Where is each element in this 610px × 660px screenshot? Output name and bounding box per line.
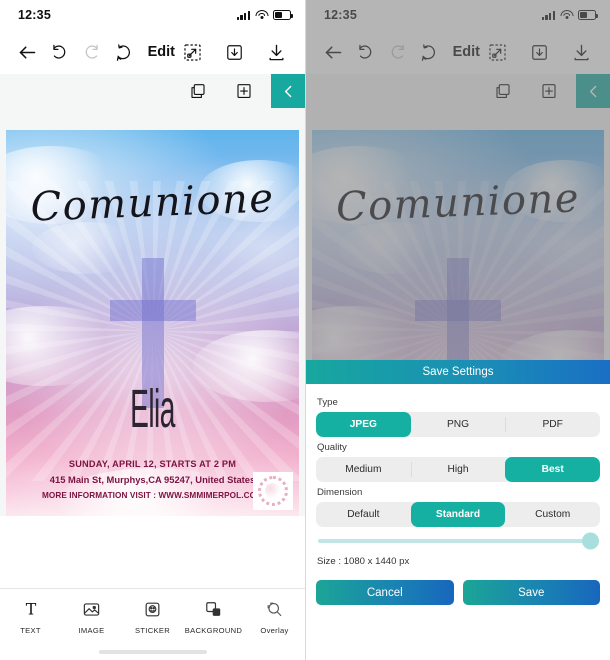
collapse-panel-button[interactable]: [271, 74, 305, 108]
reset-icon[interactable]: [108, 35, 140, 69]
save-to-device-icon[interactable]: [522, 35, 556, 69]
text-icon: T: [22, 598, 40, 620]
tab-label: BACKGROUND: [184, 626, 243, 635]
back-arrow-icon[interactable]: [318, 35, 350, 69]
image-icon: [82, 598, 101, 620]
sticker-icon: [143, 598, 162, 620]
save-to-device-icon[interactable]: [217, 35, 251, 69]
status-icons: [236, 10, 294, 20]
subbar-icons: [486, 74, 566, 108]
dimension-slider[interactable]: [318, 532, 599, 550]
layers-subbar: [0, 74, 305, 108]
battery-icon: [578, 10, 599, 20]
poster-name-text[interactable]: Elia: [76, 378, 228, 440]
tab-label: Overlay: [260, 626, 289, 635]
type-label: Type: [317, 397, 338, 408]
quality-option-high[interactable]: High: [410, 457, 506, 482]
wifi-icon: [255, 10, 268, 20]
status-time: 12:35: [18, 8, 51, 22]
slider-knob[interactable]: [582, 532, 599, 550]
tab-label: TEXT: [20, 626, 41, 635]
layers-icon[interactable]: [486, 74, 520, 108]
toolbar-right-group: [175, 35, 295, 69]
download-icon[interactable]: [564, 35, 598, 69]
type-option-pdf[interactable]: PDF: [505, 412, 600, 437]
sheet-actions: Cancel Save: [316, 580, 600, 605]
dimension-option-default[interactable]: Default: [316, 502, 411, 527]
quality-label: Quality: [317, 442, 347, 453]
canvas-area: Comunione Elia SUNDAY, APRIL 12, STARTS …: [0, 130, 305, 516]
poster-canvas[interactable]: Comunione Elia SUNDAY, APRIL 12, STARTS …: [6, 130, 299, 516]
download-icon[interactable]: [259, 35, 293, 69]
quality-option-best[interactable]: Best: [505, 457, 600, 482]
page-title: Edit: [452, 44, 481, 60]
type-segmented-control: JPEG PNG PDF: [316, 412, 600, 437]
edit-toolbar: Edit: [306, 30, 610, 74]
tab-overlay[interactable]: Overlay: [245, 598, 305, 635]
overlay-icon: [265, 598, 284, 620]
wifi-icon: [560, 10, 573, 20]
crop-expand-icon[interactable]: [175, 35, 209, 69]
dual-screenshot-stage: 12:35 Edit Comunione Elia SUNDAY, APRIL …: [0, 0, 610, 660]
status-icons: [541, 10, 599, 20]
tab-image[interactable]: IMAGE: [62, 598, 122, 635]
layers-icon[interactable]: [181, 74, 215, 108]
tab-label: STICKER: [134, 626, 170, 635]
status-bar: 12:35: [306, 0, 610, 30]
canvas-top-gap: [0, 108, 305, 130]
size-text: Size : 1080 x 1440 px: [317, 556, 410, 567]
quality-segmented-control: Medium High Best: [316, 457, 600, 482]
add-page-icon[interactable]: [532, 74, 566, 108]
crop-expand-icon[interactable]: [480, 35, 514, 69]
signal-icon: [236, 10, 250, 20]
subbar-icons: [181, 74, 261, 108]
edit-toolbar: Edit: [0, 30, 305, 74]
undo-icon[interactable]: [350, 35, 382, 69]
svg-text:T: T: [25, 600, 36, 618]
status-time: 12:35: [324, 8, 357, 22]
reset-icon[interactable]: [413, 35, 445, 69]
signal-icon: [541, 10, 555, 20]
type-option-jpeg[interactable]: JPEG: [316, 412, 411, 437]
page-title: Edit: [147, 44, 176, 60]
dimension-slider-row: [316, 527, 600, 550]
layers-subbar: [306, 74, 610, 108]
type-option-png[interactable]: PNG: [411, 412, 506, 437]
status-bar: 12:35: [0, 0, 305, 30]
poster-date-line[interactable]: SUNDAY, APRIL 12, STARTS AT 2 PM: [6, 459, 299, 469]
save-settings-sheet: Save Settings Type JPEG PNG PDF Quality …: [306, 360, 610, 660]
toolbar-right-group: [480, 35, 600, 69]
back-arrow-icon[interactable]: [12, 35, 44, 69]
dimension-label: Dimension: [317, 487, 363, 498]
tab-background[interactable]: BACKGROUND: [184, 598, 244, 635]
right-screen: 12:35 Edit Comunione Save Settings Type …: [305, 0, 610, 660]
home-indicator: [98, 650, 207, 654]
collapse-panel-button[interactable]: [576, 74, 610, 108]
redo-icon: [381, 35, 413, 69]
sheet-title: Save Settings: [306, 360, 610, 384]
redo-icon: [76, 35, 108, 69]
dimension-segmented-control: Default Standard Custom: [316, 502, 600, 527]
canvas-top-gap: [306, 108, 610, 130]
battery-icon: [273, 10, 294, 20]
add-page-icon[interactable]: [227, 74, 261, 108]
tab-label: IMAGE: [78, 626, 105, 635]
editor-tool-tabs: T TEXT IMAGE STICKER BACKGROUND Overlay: [0, 588, 305, 660]
quality-option-medium[interactable]: Medium: [316, 457, 411, 482]
sheet-body: Type JPEG PNG PDF Quality Medium High Be…: [306, 384, 610, 605]
tab-sticker[interactable]: STICKER: [123, 598, 183, 635]
floral-wreath-sticker[interactable]: [253, 472, 293, 510]
cancel-button[interactable]: Cancel: [316, 580, 454, 605]
tab-text[interactable]: T TEXT: [1, 598, 61, 635]
dimension-option-standard[interactable]: Standard: [410, 502, 506, 527]
left-screen: 12:35 Edit Comunione Elia SUNDAY, APRIL …: [0, 0, 305, 660]
save-button[interactable]: Save: [462, 580, 600, 605]
dimension-option-custom[interactable]: Custom: [505, 502, 600, 527]
undo-icon[interactable]: [44, 35, 76, 69]
background-icon: [204, 598, 223, 620]
